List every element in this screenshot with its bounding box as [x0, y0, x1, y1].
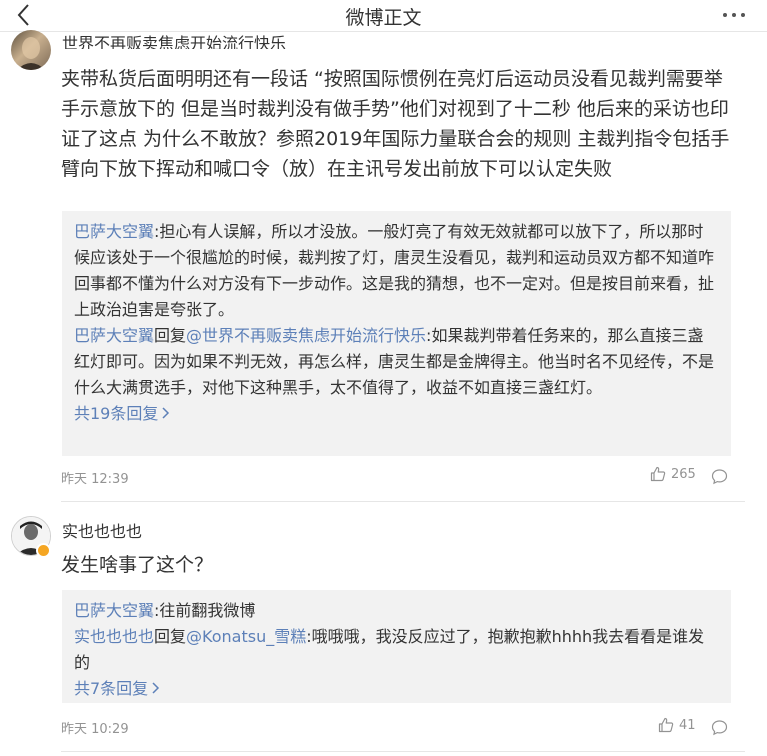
- chevron-right-icon: [162, 407, 170, 419]
- thumbs-up-icon: [658, 717, 674, 733]
- verified-badge-icon: [36, 543, 51, 558]
- comment-text: 夹带私货后面明明还有一段话 “按照国际惯例在亮灯后运动员没看见裁判需要举手示意放…: [61, 68, 730, 180]
- reply-author-link[interactable]: 巴萨大空翼: [74, 601, 154, 620]
- like-count: 41: [679, 717, 696, 733]
- reply-item: 实也也也也回复@Konatsu_雪糕:哦哦哦，我没反应过了，抱歉抱歉hhhh我去…: [74, 624, 719, 676]
- reply-box: 巴萨大空翼:往前翻我微博 实也也也也回复@Konatsu_雪糕:哦哦哦，我没反应…: [62, 590, 731, 703]
- comment-bubble-icon[interactable]: [711, 468, 728, 485]
- reply-item: 巴萨大空翼:担心有人误解，所以才没放。一般灯亮了有效无效就都可以放下了，所以那时…: [74, 219, 719, 323]
- comment-bubble-icon[interactable]: [711, 719, 728, 736]
- more-replies-label: 共7条回复: [74, 679, 149, 698]
- reply-item: 巴萨大空翼回复@世界不再贩卖焦虑开始流行快乐:如果裁判带着任务来的，那么直接三盏…: [74, 323, 719, 401]
- reply-author-link[interactable]: 巴萨大空翼: [74, 326, 154, 345]
- reply-box: 巴萨大空翼:担心有人误解，所以才没放。一般灯亮了有效无效就都可以放下了，所以那时…: [62, 211, 731, 456]
- more-replies-link[interactable]: 共19条回复: [74, 401, 719, 427]
- thumbs-up-icon: [650, 466, 666, 482]
- more-replies-label: 共19条回复: [74, 404, 159, 423]
- chevron-right-icon: [152, 682, 160, 694]
- reply-target-link[interactable]: @世界不再贩卖焦虑开始流行快乐: [186, 326, 426, 345]
- comment-divider: [61, 501, 745, 502]
- comment-time: 昨天 10:29: [61, 722, 129, 737]
- avatar-photo-icon: [17, 37, 45, 70]
- top-bar: 微博正文: [0, 0, 767, 32]
- comment-username[interactable]: 世界不再贩卖焦虑开始流行快乐: [62, 31, 286, 49]
- reply-word: 回复: [154, 627, 187, 646]
- reply-target-link[interactable]: @Konatsu_雪糕: [186, 627, 306, 646]
- reply-content: 担心有人误解，所以才没放。一般灯亮了有效无效就都可以放下了，所以那时候应该处于一…: [74, 222, 715, 319]
- reply-word: 回复: [154, 326, 187, 345]
- page-title: 微博正文: [345, 7, 422, 29]
- like-count: 265: [671, 466, 696, 482]
- comment-username[interactable]: 实也也也也: [62, 518, 142, 542]
- comment-text: 发生啥事了这个？: [61, 554, 214, 576]
- like-button[interactable]: 41: [658, 717, 696, 733]
- comment-time: 昨天 12:39: [61, 472, 129, 487]
- more-replies-link[interactable]: 共7条回复: [74, 676, 719, 702]
- reply-content: 往前翻我微博: [159, 601, 256, 620]
- avatar[interactable]: [11, 30, 51, 70]
- like-button[interactable]: 265: [650, 466, 696, 482]
- comment-divider: [61, 751, 745, 752]
- more-dots-icon[interactable]: [719, 3, 749, 25]
- reply-item: 巴萨大空翼:往前翻我微博: [74, 598, 719, 624]
- reply-author-link[interactable]: 巴萨大空翼: [74, 222, 154, 241]
- reply-author-link[interactable]: 实也也也也: [74, 627, 154, 646]
